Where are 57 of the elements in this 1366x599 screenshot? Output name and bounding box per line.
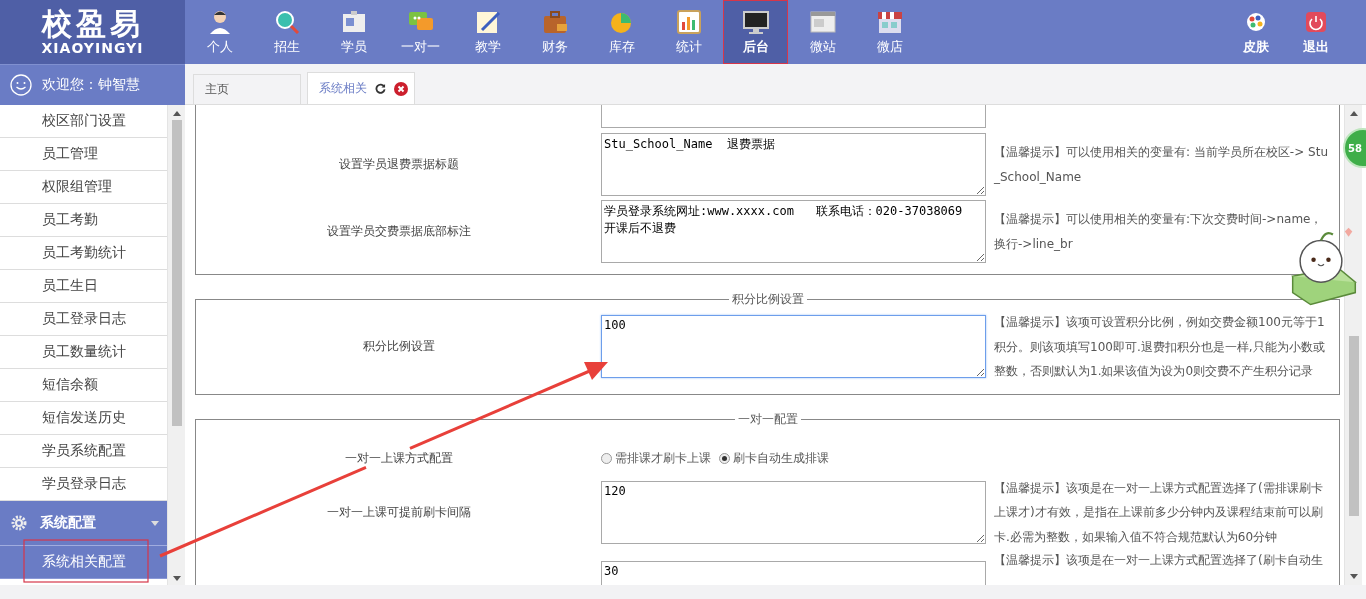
skin-button[interactable]: 皮肤 [1226,0,1286,64]
text-area[interactable]: 120 [601,480,986,544]
scrollbar[interactable] [1344,105,1362,585]
nav-item[interactable]: 招生 [254,0,319,64]
field-label: 积分比例设置 [362,339,435,354]
hint-text: 【温馨提示】该项可设置积分比例，例如交费金额100元等于1积分。则该项填写100即可.退费扣积分也是一样,只能为小数或整数，否则默认为1.如果该值为设为0则交费不产生积分记录 [994,315,1325,378]
radio-button[interactable] [601,453,612,464]
caret-down-icon [151,520,159,526]
sidebar-group[interactable]: 系统配置 [0,501,167,546]
nav-item[interactable]: 一对一 [388,0,453,64]
logo-title: 校盈易 [41,8,144,40]
radio-option[interactable]: 需排课才刷卡上课 [601,450,711,467]
text-area[interactable]: Stu_School_Name 退费票据 [601,133,986,196]
arrow-down-icon[interactable] [1349,574,1358,579]
field-label: 设置学员交费票据底部标注 [326,224,471,238]
radio-option[interactable]: 刷卡自动生成排课 [719,450,829,467]
field-label: 设置学员退费票据标题 [338,157,459,171]
nav-item[interactable]: 微店 [857,0,922,64]
hint-text: 【温馨提示】可以使用相关的变量有:下次交费时间->name，换行->line_br [994,212,1323,251]
scrollbar-thumb[interactable] [171,120,182,426]
gear-icon [10,514,28,532]
text-area[interactable]: 学员登录系统网址:www.xxxx.com 联系电话：020-37038069 开课后不退费 [601,200,986,263]
nav-item[interactable]: 后台 [723,0,788,64]
tab[interactable]: 主页 [193,74,301,104]
nav-item[interactable]: 库存 [589,0,654,64]
radio-button[interactable] [719,453,730,464]
nav-item[interactable]: 财务 [522,0,587,64]
hint-text: 【温馨提示】可以使用相关的变量有: 当前学员所在校区-> Stu_School_Name [994,145,1328,184]
field-label: 一对一上课可提前刷卡间隔 [326,504,471,519]
browser-icon [808,8,837,36]
arrow-up-icon[interactable] [1349,111,1358,116]
group-title: 积分比例设置 [730,291,805,308]
text-area[interactable]: 100 [601,315,986,379]
arrow-up-icon[interactable] [172,111,181,116]
bar-chart-icon [674,8,703,36]
welcome-text: 欢迎您：钟智慧 [42,76,140,94]
text-area[interactable]: 30 [601,561,986,585]
tab[interactable]: 系统相关 [307,72,415,104]
nav-item[interactable]: 微站 [790,0,855,64]
nav-item[interactable]: 学员 [321,0,386,64]
group-title: 一对一配置 [736,410,799,428]
scrollbar-thumb[interactable] [1348,336,1359,516]
monitor-icon [741,8,770,36]
hint-text: 【温馨提示】该项是在一对一上课方式配置选择了(刷卡自动生 [994,553,1323,567]
nav-item[interactable]: 统计 [656,0,721,64]
logo-subtitle: XIAOYINGYI [41,40,144,56]
scrollbar[interactable] [167,105,185,585]
nav-item[interactable]: 教学 [455,0,520,64]
hint-text: 【温馨提示】该项是在一对一上课方式配置选择了(需排课刷卡上课才)才有效，是指在上课前多少分钟内及课程结束前可以刷卡.必需为整数，如果输入值不符合规范默认为60分钟 [994,480,1323,544]
close-icon[interactable] [394,81,408,96]
arrow-down-icon[interactable] [172,576,181,581]
refresh-icon[interactable] [375,83,386,94]
smiley-icon [10,74,32,96]
nav-item[interactable]: 个人 [187,0,252,64]
sidebar-item[interactable]: 系统相关配置 [0,546,167,579]
logout-button[interactable]: 退出 [1286,0,1346,64]
field-label: 一对一上课方式配置 [344,451,453,465]
